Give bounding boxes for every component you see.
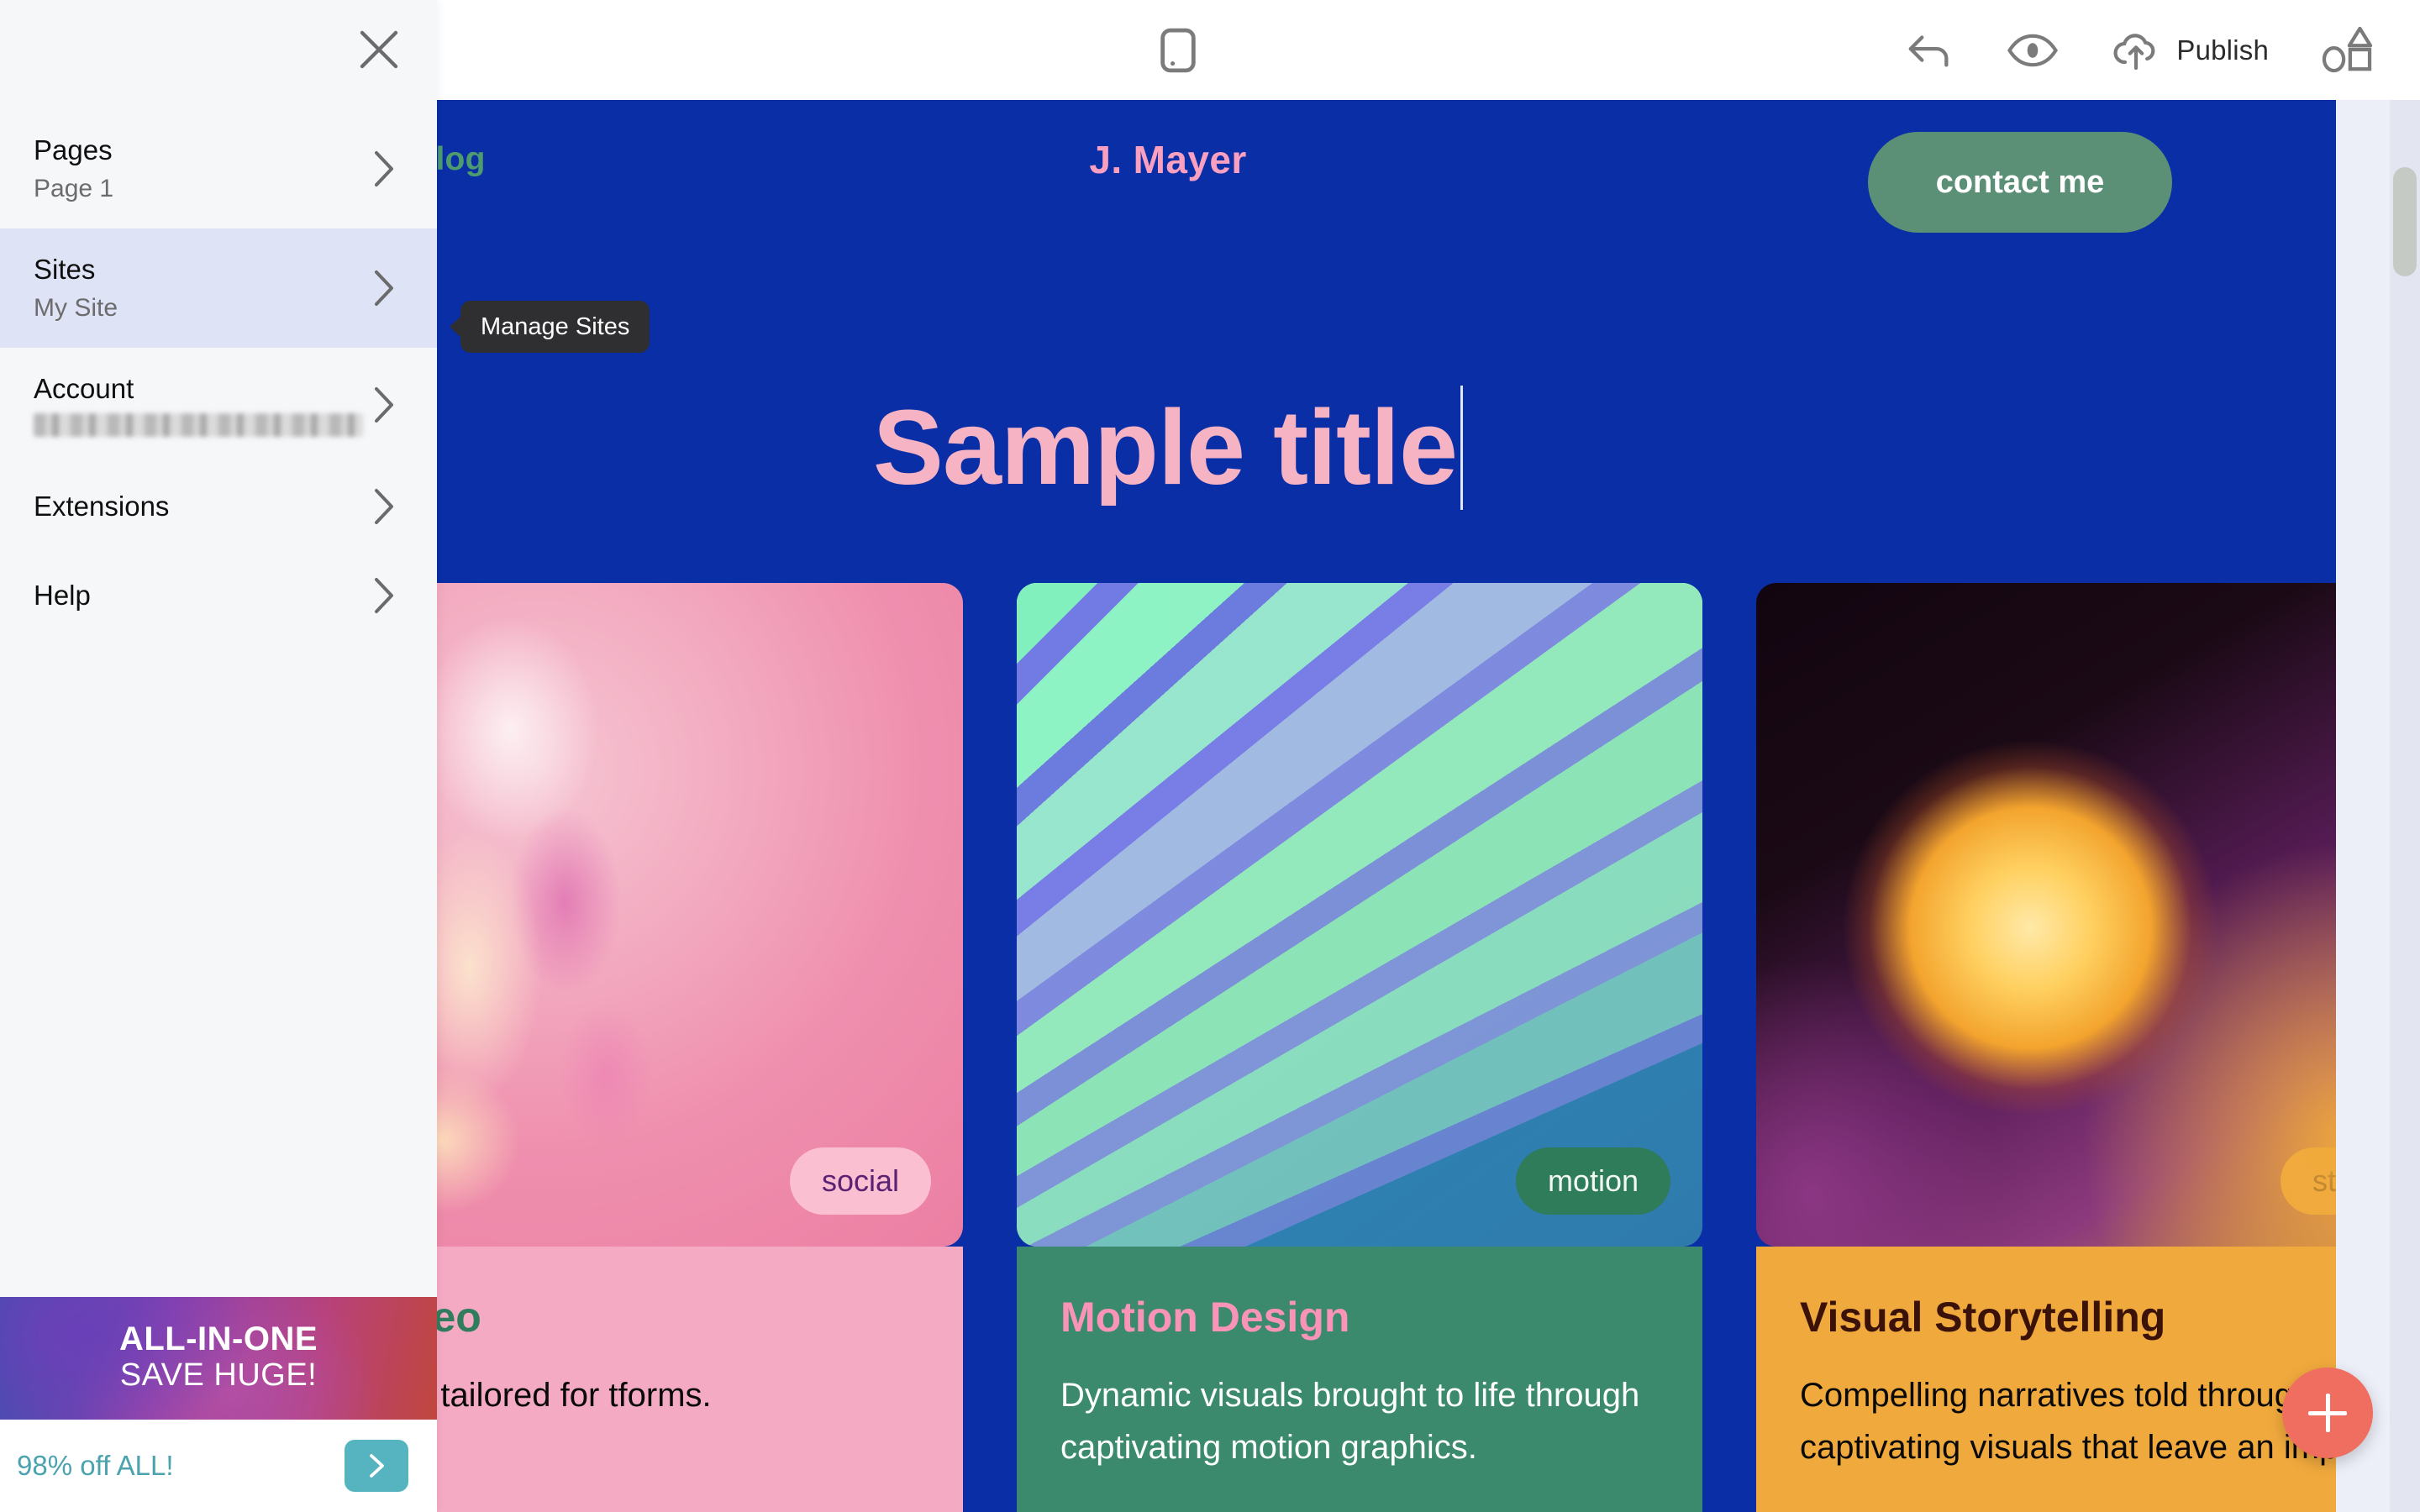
card-title[interactable]: Visual Storytelling	[1800, 1294, 2336, 1341]
menu-item-label: Help	[34, 580, 91, 611]
menu-item-extensions[interactable]: Extensions	[0, 462, 437, 551]
card-body: Motion Design Dynamic visuals brought to…	[1017, 1247, 1702, 1512]
hero-title-wrap[interactable]: Sample title	[873, 386, 1464, 510]
chevron-right-icon	[371, 576, 397, 615]
page-title[interactable]: Sample title	[873, 395, 1458, 501]
add-element-button[interactable]	[2282, 1368, 2373, 1458]
promo-banner[interactable]: ALL-IN-ONE SAVE HUGE!	[0, 1297, 437, 1420]
promo-next-button[interactable]	[345, 1440, 408, 1492]
menu-item-text: Extensions	[34, 491, 169, 522]
tooltip: Manage Sites	[460, 301, 650, 353]
promo-bar: 98% off ALL!	[0, 1420, 437, 1512]
card-tag[interactable]: motion	[1515, 1147, 1670, 1215]
promo-section: ALL-IN-ONE SAVE HUGE! 98% off ALL!	[0, 1297, 437, 1512]
panel-item-list: Pages Page 1 Sites My Site Account Exten…	[0, 109, 437, 1297]
card-image[interactable]: motion	[1017, 583, 1702, 1247]
menu-item-help[interactable]: Help	[0, 551, 437, 640]
card-title[interactable]: Motion Design	[1060, 1294, 1659, 1341]
menu-item-pages[interactable]: Pages Page 1	[0, 109, 437, 228]
shapes-icon[interactable]	[2321, 26, 2373, 74]
eye-preview-icon[interactable]	[2007, 33, 2059, 68]
main-menu-panel: Pages Page 1 Sites My Site Account Exten…	[0, 0, 437, 1512]
publish-button[interactable]: Publish	[2111, 30, 2269, 71]
menu-item-label: Pages	[34, 134, 113, 165]
account-email-redacted	[34, 413, 363, 437]
cloud-upload-icon	[2111, 30, 2161, 71]
toolbar-right: Publish	[1328, 0, 2420, 100]
card-item[interactable]: story Visual Storytelling Compelling nar…	[1756, 583, 2336, 1512]
card-image[interactable]: story	[1756, 583, 2336, 1247]
menu-item-text: Help	[34, 580, 91, 612]
mobile-device-icon[interactable]	[1160, 27, 1197, 74]
chevron-right-icon	[371, 150, 397, 188]
undo-arrow-icon[interactable]	[1906, 30, 1954, 71]
menu-item-sublabel: Page 1	[34, 175, 114, 202]
menu-item-sites[interactable]: Sites My Site	[0, 228, 437, 348]
card-item[interactable]: motion Motion Design Dynamic visuals bro…	[1017, 583, 1702, 1512]
toolbar-center	[1160, 0, 1328, 100]
card-tag[interactable]: social	[789, 1147, 931, 1215]
menu-item-label: Sites	[34, 254, 96, 285]
menu-item-account[interactable]: Account	[0, 348, 437, 462]
card-description[interactable]: Dynamic visuals brought to life through …	[1060, 1369, 1659, 1473]
chevron-right-icon	[371, 487, 397, 526]
plus-icon	[2308, 1394, 2347, 1432]
promo-headline: ALL-IN-ONE	[118, 1320, 318, 1357]
tooltip-label: Manage Sites	[481, 312, 630, 340]
menu-item-text: Pages Page 1	[34, 134, 113, 203]
panel-header	[0, 0, 437, 109]
card-description[interactable]: Compelling narratives told through capti…	[1800, 1369, 2336, 1473]
publish-label: Publish	[2176, 34, 2269, 66]
menu-item-label: Account	[34, 373, 134, 404]
menu-item-sublabel: My Site	[34, 294, 118, 322]
text-cursor-caret	[1460, 386, 1464, 510]
menu-item-text: Sites My Site	[34, 254, 118, 323]
scrollbar-thumb[interactable]	[2393, 167, 2417, 276]
card-tag[interactable]: story	[2280, 1147, 2336, 1215]
contact-me-button[interactable]: contact me	[1868, 132, 2172, 233]
promo-offer-label: 98% off ALL!	[17, 1450, 174, 1481]
card-body: Visual Storytelling Compelling narrative…	[1756, 1247, 2336, 1512]
chevron-right-icon	[371, 386, 397, 424]
menu-item-text: Account	[34, 373, 363, 437]
menu-item-label: Extensions	[34, 491, 170, 522]
site-builder-app: Publish tfolio blog J. Mayer contact m	[0, 0, 2420, 1512]
vertical-scrollbar[interactable]	[2390, 100, 2420, 1512]
close-icon[interactable]	[353, 24, 405, 76]
chevron-right-icon	[371, 269, 397, 307]
promo-subheadline: SAVE HUGE!	[119, 1357, 318, 1394]
